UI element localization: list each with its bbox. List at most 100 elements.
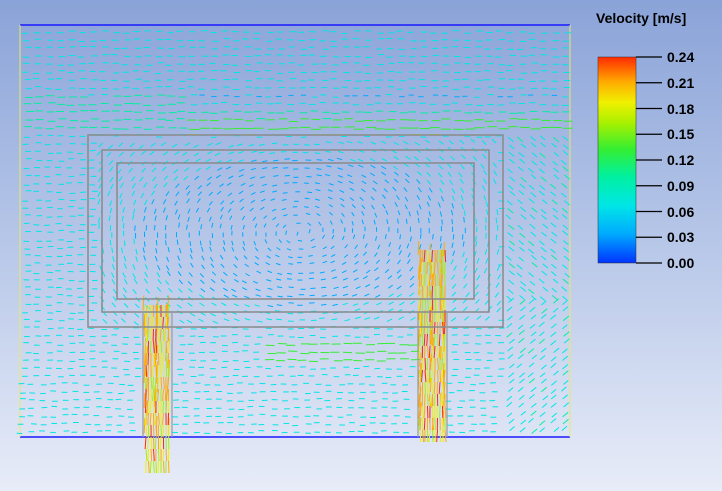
velocity-vector: [560, 192, 567, 198]
velocity-vector: [517, 386, 524, 392]
velocity-vector: [189, 254, 193, 260]
velocity-vector: [233, 318, 240, 322]
velocity-vector: [132, 264, 136, 270]
velocity-vector: [275, 254, 280, 258]
velocity-vector: [254, 304, 260, 307]
velocity-vector: [416, 179, 421, 184]
velocity-vector: [242, 246, 246, 252]
velocity-vector: [162, 207, 166, 213]
velocity-vector: [244, 263, 249, 268]
velocity-vector: [403, 140, 409, 145]
velocity-vector: [388, 242, 392, 247]
velocity-vector: [108, 160, 114, 166]
velocity-vector: [97, 191, 101, 198]
velocity-vector: [248, 184, 254, 188]
velocity-vector: [540, 386, 548, 393]
velocity-vector: [451, 188, 456, 194]
velocity-vector: [275, 262, 281, 266]
jet-vector: [155, 304, 158, 318]
velocity-vector: [272, 190, 278, 193]
velocity-vector: [562, 364, 569, 370]
velocity-vector: [519, 378, 525, 384]
velocity-vector: [397, 259, 401, 265]
velocity-vector: [562, 144, 569, 150]
velocity-vector: [314, 205, 320, 209]
velocity-vector: [552, 136, 560, 143]
velocity-vector: [167, 246, 170, 253]
velocity-vector: [321, 234, 326, 239]
velocity-vector: [517, 324, 524, 330]
velocity-vector: [560, 386, 567, 392]
velocity-vector: [551, 263, 557, 269]
velocity-vector: [506, 200, 513, 206]
velocity-vector: [447, 163, 452, 169]
velocity-vector: [316, 174, 322, 177]
velocity-vector: [98, 222, 100, 229]
velocity-vector: [417, 171, 422, 176]
velocity-vector: [475, 298, 480, 304]
velocity-vector: [563, 338, 570, 344]
velocity-vector: [561, 348, 568, 354]
jet-vector: [434, 273, 436, 287]
velocity-vector: [108, 144, 114, 150]
velocity-vector: [530, 410, 537, 416]
velocity-vector: [404, 172, 410, 178]
velocity-vector: [157, 279, 162, 285]
velocity-vector: [260, 206, 265, 211]
velocity-vector: [420, 401, 422, 417]
jet-vector: [423, 405, 426, 419]
velocity-vector: [304, 206, 309, 208]
velocity-vector: [496, 265, 501, 271]
velocity-vector: [542, 286, 549, 292]
jet-vector: [432, 429, 434, 443]
velocity-vector: [405, 155, 411, 160]
velocity-vector: [409, 283, 415, 288]
velocity-vector: [553, 152, 560, 157]
velocity-vector: [392, 186, 397, 192]
velocity-vector: [386, 259, 391, 264]
velocity-vector: [531, 152, 538, 158]
velocity-vector: [211, 222, 214, 228]
jet-vector: [157, 364, 159, 378]
velocity-vector: [405, 218, 408, 224]
velocity-vector: [450, 317, 457, 322]
jet-vector: [418, 345, 421, 359]
velocity-vector: [187, 216, 190, 222]
velocity-vector: [397, 274, 402, 279]
velocity-vector: [129, 151, 135, 157]
velocity-vector: [365, 269, 371, 274]
jet-vector: [165, 448, 168, 462]
velocity-vector: [315, 198, 320, 201]
velocity-vector: [538, 278, 545, 284]
velocity-vector: [234, 278, 239, 283]
velocity-vector: [198, 216, 201, 222]
velocity-vector: [178, 288, 183, 293]
velocity-vector: [483, 169, 488, 176]
velocity-vector: [144, 264, 149, 270]
velocity-vector: [550, 331, 557, 337]
velocity-vector: [336, 157, 343, 161]
velocity-vector: [256, 270, 262, 274]
velocity-vector: [519, 347, 527, 354]
velocity-vector: [131, 190, 136, 197]
velocity-vector: [200, 288, 206, 293]
velocity-vector: [385, 209, 389, 215]
velocity-vector: [131, 183, 137, 189]
velocity-vector: [409, 292, 415, 297]
velocity-vector: [506, 401, 513, 408]
velocity-vector: [540, 313, 547, 319]
velocity-vector: [277, 295, 283, 298]
velocity-vector: [263, 215, 268, 219]
velocity-vector: [130, 176, 136, 182]
velocity-vector: [342, 285, 349, 289]
velocity-vector: [185, 185, 190, 190]
velocity-vector: [447, 171, 452, 177]
jet-vector: [149, 400, 152, 414]
velocity-vector: [410, 317, 416, 321]
jet-vector: [441, 273, 443, 287]
velocity-vector: [109, 183, 114, 190]
velocity-vector: [306, 176, 312, 178]
velocity-vector: [175, 191, 180, 197]
velocity-vector: [508, 418, 515, 424]
velocity-vector: [496, 209, 499, 216]
